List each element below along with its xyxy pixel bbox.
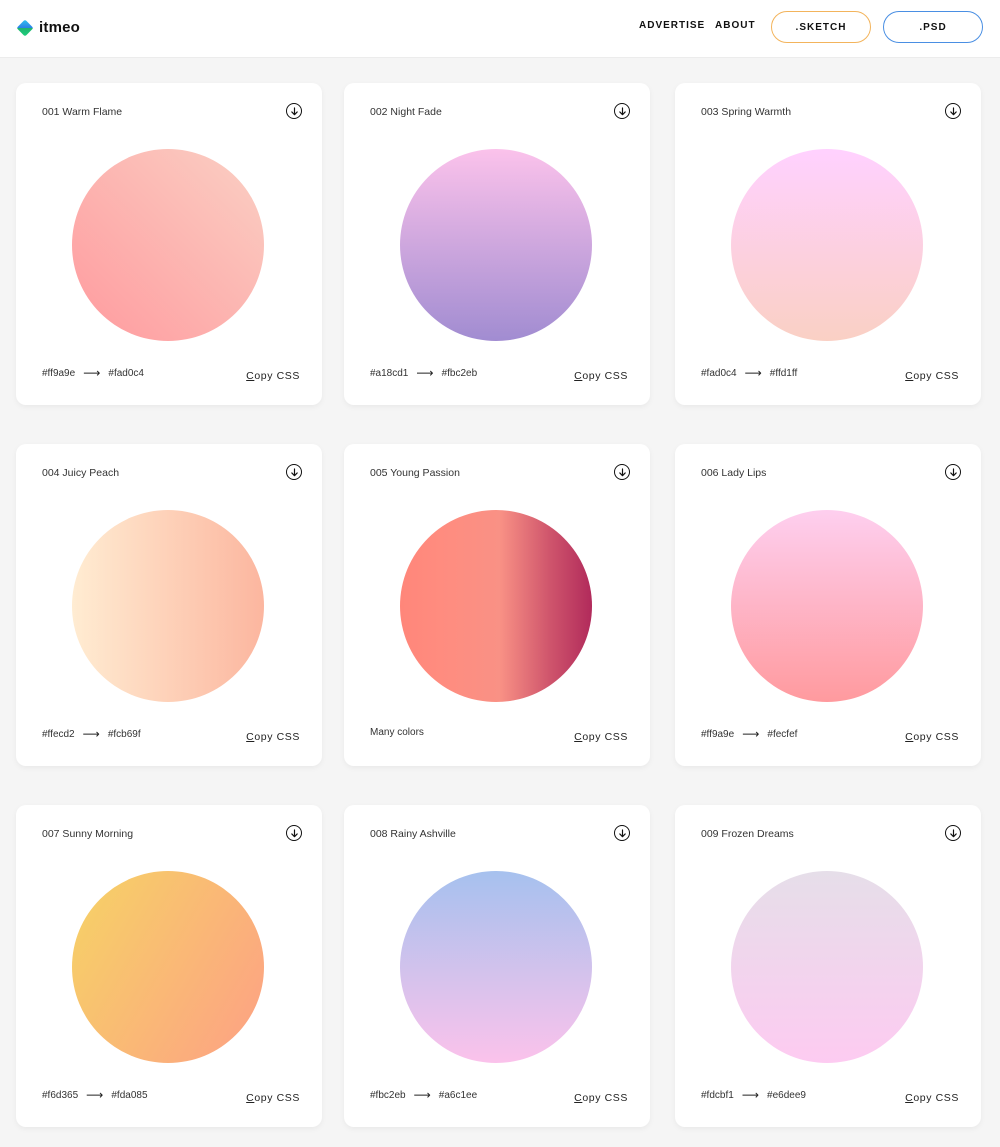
gradient-swatch[interactable] xyxy=(731,149,923,341)
arrow-right-icon: ⟶ xyxy=(744,366,762,380)
copy-css-label: opy CSS xyxy=(913,1092,959,1104)
copy-css-label: opy CSS xyxy=(582,1092,628,1104)
gradient-title: 002 Night Fade xyxy=(370,106,442,118)
many-colors-label: Many colors xyxy=(370,727,424,738)
color-from[interactable]: #ff9a9e xyxy=(701,729,734,740)
gradient-title: 008 Rainy Ashville xyxy=(370,828,456,840)
gradient-card: 008 Rainy Ashville #fbc2eb ⟶ #a6c1ee Copy CS… xyxy=(344,805,650,1127)
gradient-card: 003 Spring Warmth #fad0c4 ⟶ #ffd1ff Copy CSS xyxy=(675,83,981,405)
color-to[interactable]: #fbc2eb xyxy=(442,368,478,379)
arrow-right-icon: ⟶ xyxy=(413,1088,431,1102)
color-to[interactable]: #e6dee9 xyxy=(767,1090,806,1101)
copy-css-button[interactable]: Copy CSS xyxy=(905,1092,959,1104)
arrow-right-icon: ⟶ xyxy=(416,366,434,380)
gradient-card: 001 Warm Flame #ff9a9e ⟶ #fad0c4 Copy CSS xyxy=(16,83,322,405)
copy-css-button[interactable]: Copy CSS xyxy=(574,370,628,382)
gradient-card: 002 Night Fade #a18cd1 ⟶ #fbc2eb Copy CSS xyxy=(344,83,650,405)
color-to[interactable]: #a6c1ee xyxy=(439,1090,477,1101)
color-codes: #ffecd2 ⟶ #fcb69f xyxy=(42,727,141,741)
arrow-right-icon: ⟶ xyxy=(86,1088,104,1102)
copy-css-label: opy CSS xyxy=(582,370,628,382)
color-to[interactable]: #fecfef xyxy=(767,729,797,740)
gradient-swatch[interactable] xyxy=(400,871,592,1063)
gradient-grid: 001 Warm Flame #ff9a9e ⟶ #fad0c4 Copy CSS 002… xyxy=(0,0,1000,1147)
arrow-right-icon: ⟶ xyxy=(82,727,100,741)
color-codes: Many colors xyxy=(370,727,424,738)
color-codes: #fdcbf1 ⟶ #e6dee9 xyxy=(701,1088,806,1102)
copy-css-button[interactable]: Copy CSS xyxy=(246,370,300,382)
gradient-swatch[interactable] xyxy=(72,149,264,341)
download-icon[interactable] xyxy=(614,464,630,480)
copy-css-label: opy CSS xyxy=(254,1092,300,1104)
gradient-swatch[interactable] xyxy=(731,510,923,702)
gradient-swatch[interactable] xyxy=(72,871,264,1063)
color-codes: #ff9a9e ⟶ #fad0c4 xyxy=(42,366,144,380)
color-codes: #fbc2eb ⟶ #a6c1ee xyxy=(370,1088,477,1102)
color-to[interactable]: #ffd1ff xyxy=(770,368,797,379)
color-to[interactable]: #fad0c4 xyxy=(108,368,144,379)
gradient-title: 003 Spring Warmth xyxy=(701,106,792,118)
download-icon[interactable] xyxy=(945,103,961,119)
gradient-card: 005 Young Passion Many colors Copy CSS xyxy=(344,444,650,766)
color-codes: #f6d365 ⟶ #fda085 xyxy=(42,1088,148,1102)
copy-css-label: opy CSS xyxy=(913,731,959,743)
color-from[interactable]: #fad0c4 xyxy=(701,368,737,379)
download-icon[interactable] xyxy=(286,464,302,480)
copy-css-label: opy CSS xyxy=(254,731,300,743)
gradient-card: 004 Juicy Peach #ffecd2 ⟶ #fcb69f Copy CSS xyxy=(16,444,322,766)
copy-css-button[interactable]: Copy CSS xyxy=(905,731,959,743)
download-icon[interactable] xyxy=(945,825,961,841)
gradient-swatch[interactable] xyxy=(731,871,923,1063)
color-codes: #a18cd1 ⟶ #fbc2eb xyxy=(370,366,477,380)
gradient-swatch[interactable] xyxy=(400,149,592,341)
copy-css-button[interactable]: Copy CSS xyxy=(574,731,628,743)
gradient-title: 005 Young Passion xyxy=(370,467,460,479)
copy-css-label: opy CSS xyxy=(582,731,628,743)
download-icon[interactable] xyxy=(945,464,961,480)
gradient-swatch[interactable] xyxy=(72,510,264,702)
color-from[interactable]: #fdcbf1 xyxy=(701,1090,734,1101)
gradient-card: 009 Frozen Dreams #fdcbf1 ⟶ #e6dee9 Copy CSS xyxy=(675,805,981,1127)
gradient-title: 009 Frozen Dreams xyxy=(701,828,794,840)
color-codes: #fad0c4 ⟶ #ffd1ff xyxy=(701,366,797,380)
download-icon[interactable] xyxy=(286,103,302,119)
copy-css-button[interactable]: Copy CSS xyxy=(905,370,959,382)
copy-css-label: opy CSS xyxy=(913,370,959,382)
gradient-title: 001 Warm Flame xyxy=(42,106,123,118)
arrow-right-icon: ⟶ xyxy=(742,727,760,741)
color-from[interactable]: #ffecd2 xyxy=(42,729,75,740)
arrow-right-icon: ⟶ xyxy=(83,366,101,380)
download-icon[interactable] xyxy=(614,103,630,119)
color-from[interactable]: #f6d365 xyxy=(42,1090,78,1101)
color-to[interactable]: #fcb69f xyxy=(108,729,141,740)
gradient-card: 006 Lady Lips #ff9a9e ⟶ #fecfef Copy CSS xyxy=(675,444,981,766)
color-to[interactable]: #fda085 xyxy=(111,1090,147,1101)
copy-css-button[interactable]: Copy CSS xyxy=(246,1092,300,1104)
color-from[interactable]: #ff9a9e xyxy=(42,368,75,379)
copy-css-button[interactable]: Copy CSS xyxy=(574,1092,628,1104)
gradient-title: 004 Juicy Peach xyxy=(42,467,120,479)
color-codes: #ff9a9e ⟶ #fecfef xyxy=(701,727,797,741)
download-icon[interactable] xyxy=(286,825,302,841)
copy-css-label: opy CSS xyxy=(254,370,300,382)
gradient-title: 007 Sunny Morning xyxy=(42,828,134,840)
gradient-title: 006 Lady Lips xyxy=(701,467,767,479)
color-from[interactable]: #fbc2eb xyxy=(370,1090,406,1101)
gradient-card: 007 Sunny Morning #f6d365 ⟶ #fda085 Copy CSS xyxy=(16,805,322,1127)
download-icon[interactable] xyxy=(614,825,630,841)
color-from[interactable]: #a18cd1 xyxy=(370,368,408,379)
copy-css-button[interactable]: Copy CSS xyxy=(246,731,300,743)
arrow-right-icon: ⟶ xyxy=(741,1088,760,1102)
gradient-swatch[interactable] xyxy=(400,510,592,702)
